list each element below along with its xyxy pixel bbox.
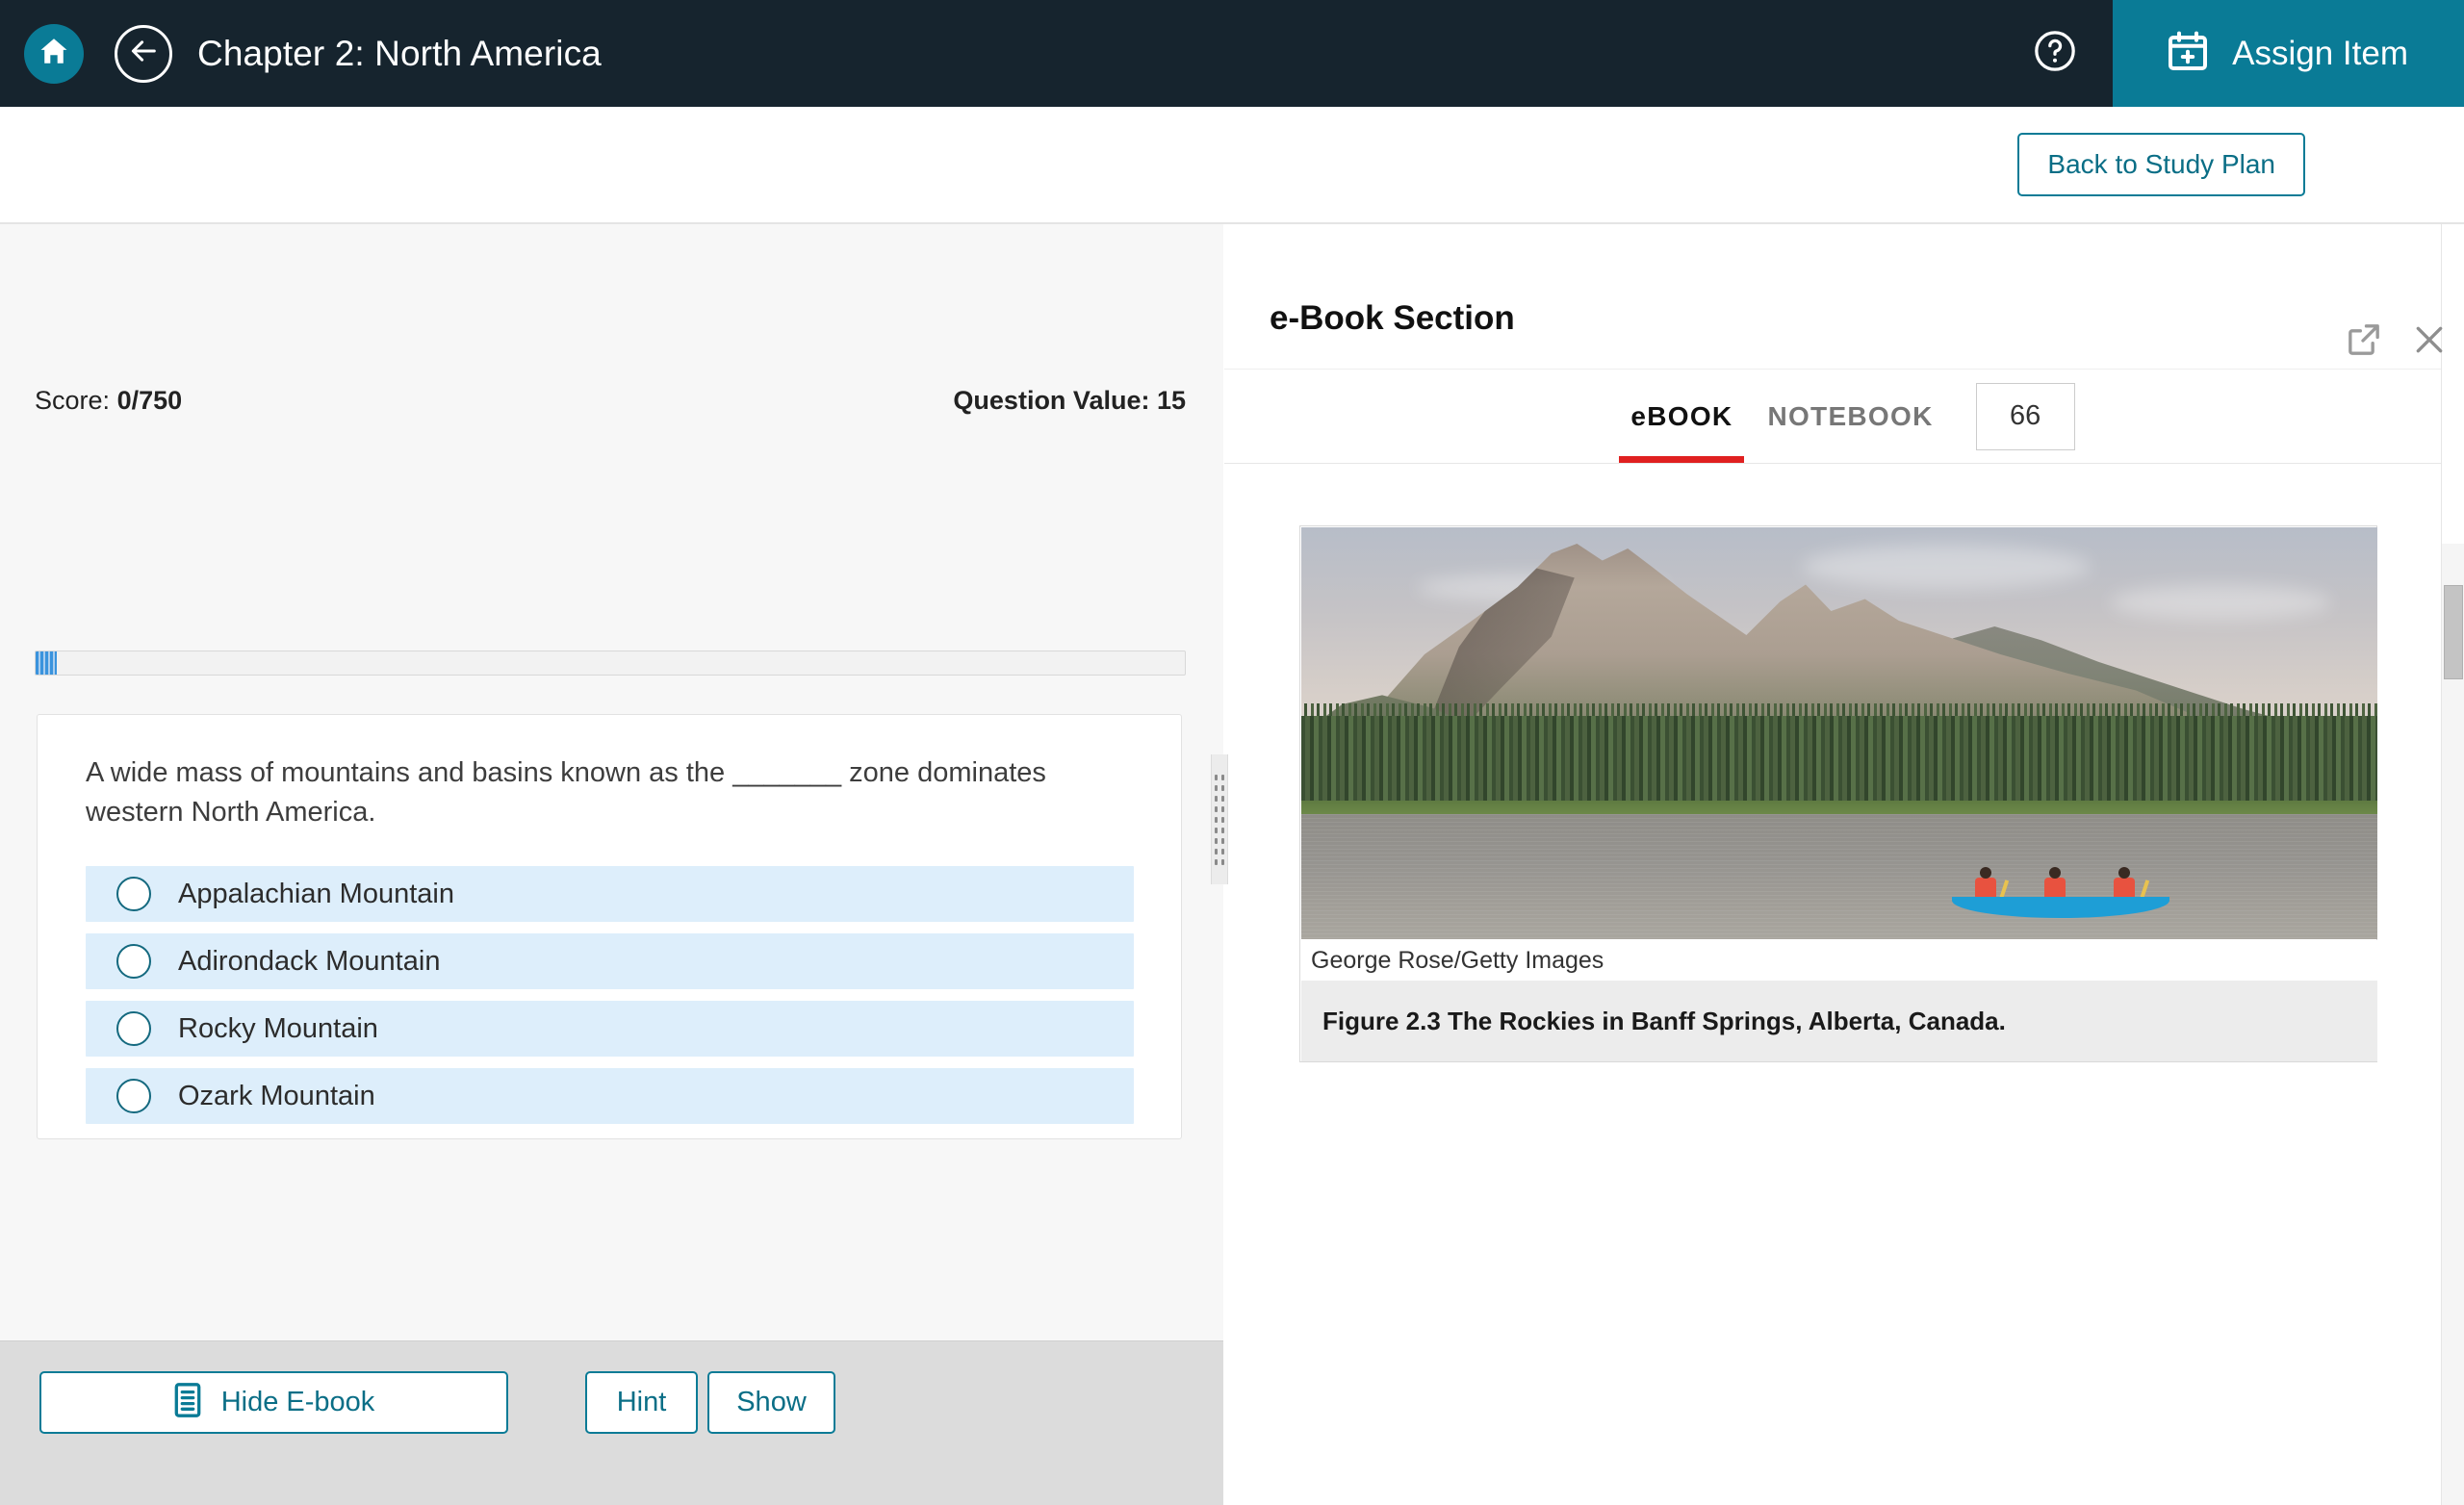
hint-button[interactable]: Hint xyxy=(585,1371,698,1434)
show-answer-button[interactable]: Show xyxy=(707,1371,835,1434)
ebook-panel-title: e-Book Section xyxy=(1270,299,1515,337)
sub-toolbar: Back to Study Plan xyxy=(0,107,2464,222)
external-link-icon[interactable] xyxy=(2345,320,2383,364)
back-button[interactable] xyxy=(115,24,172,83)
help-circle-icon xyxy=(2033,29,2077,78)
main-split-view: Score: 0/750 Question Value: 15 A wide m… xyxy=(0,222,2464,1505)
home-icon xyxy=(38,35,70,72)
ebook-figure: George Rose/Getty Images Figure 2.3 The … xyxy=(1299,525,2377,1062)
back-to-study-plan-button[interactable]: Back to Study Plan xyxy=(2017,133,2305,196)
question-meta-row: Score: 0/750 Question Value: 15 xyxy=(35,386,1186,416)
assign-item-label: Assign Item xyxy=(2232,34,2408,72)
answer-options-list: Appalachian Mountain Adirondack Mountain… xyxy=(86,866,1134,1135)
grip-dots xyxy=(1215,784,1224,791)
figure-credit: George Rose/Getty Images xyxy=(1301,940,2377,981)
score-display: Score: 0/750 xyxy=(35,386,182,416)
grip-dots xyxy=(1215,805,1224,812)
question-panel: Score: 0/750 Question Value: 15 A wide m… xyxy=(0,224,1223,1505)
help-button[interactable] xyxy=(1997,0,2113,107)
tab-notebook-label: NOTEBOOK xyxy=(1767,400,1934,431)
radio-button[interactable] xyxy=(116,877,151,911)
answer-option-label: Rocky Mountain xyxy=(178,1012,378,1044)
tab-ebook-label: eBOOK xyxy=(1630,400,1733,431)
page-number-input[interactable]: 66 xyxy=(1975,382,2075,450)
answer-option[interactable]: Adirondack Mountain xyxy=(86,933,1134,989)
assign-item-button[interactable]: Assign Item xyxy=(2113,0,2464,107)
figure-photo xyxy=(1301,527,2377,939)
hide-ebook-label: Hide E-book xyxy=(220,1387,375,1417)
photo-cloud xyxy=(1802,545,2091,589)
score-value: 0/750 xyxy=(116,386,183,415)
question-value-label: Question Value: 15 xyxy=(953,386,1186,415)
home-button[interactable] xyxy=(24,23,84,84)
progress-bar xyxy=(35,650,1186,676)
top-navigation-bar: Chapter 2: North America Assign Item xyxy=(0,0,2464,107)
grip-dots xyxy=(1215,848,1224,855)
ebook-scrollbar[interactable] xyxy=(2441,224,2464,1505)
radio-button[interactable] xyxy=(116,944,151,979)
grip-dots xyxy=(1215,795,1224,802)
figure-caption: Figure 2.3 The Rockies in Banff Springs,… xyxy=(1301,981,2377,1061)
grip-dots xyxy=(1215,827,1224,833)
ebook-panel-header: e-Book Section xyxy=(1224,224,2464,370)
hide-ebook-button[interactable]: Hide E-book xyxy=(39,1371,508,1434)
close-icon[interactable] xyxy=(2410,320,2449,364)
question-toolbar: Hide E-book Hint Show xyxy=(0,1340,1223,1505)
answer-option[interactable]: Rocky Mountain xyxy=(86,1001,1134,1057)
radio-button[interactable] xyxy=(116,1079,151,1113)
progress-bar-fill xyxy=(36,651,57,675)
answer-option-label: Appalachian Mountain xyxy=(178,878,454,909)
photo-lake-ripples xyxy=(1301,814,2377,939)
tab-notebook[interactable]: NOTEBOOK xyxy=(1750,370,1950,463)
score-label: Score: xyxy=(35,386,111,415)
photo-tree-line xyxy=(1301,716,2377,804)
radio-button[interactable] xyxy=(116,1011,151,1046)
answer-option[interactable]: Ozark Mountain xyxy=(86,1068,1134,1124)
grip-dots xyxy=(1215,858,1224,865)
ebook-scrollbar-thumb[interactable] xyxy=(2444,585,2463,679)
photo-cloud xyxy=(2110,585,2331,620)
grip-dots xyxy=(1215,837,1224,844)
panel-resize-handle[interactable] xyxy=(1211,754,1228,884)
grip-dots xyxy=(1215,774,1224,780)
photo-canoe xyxy=(1952,867,2169,918)
photo-lake xyxy=(1301,814,2377,939)
answer-option-label: Adirondack Mountain xyxy=(178,945,441,977)
ebook-tab-bar: eBOOK NOTEBOOK 66 xyxy=(1224,370,2464,464)
answer-option[interactable]: Appalachian Mountain xyxy=(86,866,1134,922)
page-title: Chapter 2: North America xyxy=(197,33,602,73)
question-text: A wide mass of mountains and basins know… xyxy=(86,757,1046,829)
back-arrow-icon xyxy=(127,35,160,72)
ebook-panel: e-Book Section eBOOK NOTEBOOK 66 George … xyxy=(1224,224,2464,1505)
question-scroll-area: Score: 0/750 Question Value: 15 A wide m… xyxy=(0,224,1223,1340)
scrollbar-top-gap xyxy=(2442,224,2464,544)
ebook-icon xyxy=(173,1383,202,1422)
answer-option-label: Ozark Mountain xyxy=(178,1080,375,1111)
tab-ebook[interactable]: eBOOK xyxy=(1613,370,1750,463)
question-card: A wide mass of mountains and basins know… xyxy=(37,714,1182,1139)
calendar-plus-icon xyxy=(2165,28,2211,79)
grip-dots xyxy=(1215,816,1224,823)
photo-canoe-hull xyxy=(1952,897,2169,918)
